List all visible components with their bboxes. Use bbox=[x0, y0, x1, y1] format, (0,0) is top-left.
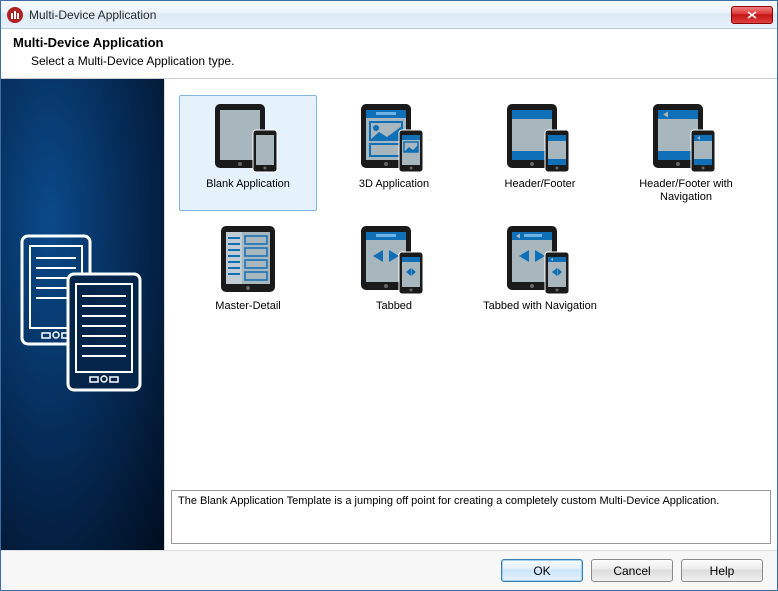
template-label: Header/Footer with Navigation bbox=[622, 178, 750, 204]
template-master-detail[interactable]: Master-Detail bbox=[179, 217, 317, 333]
titlebar: Multi-Device Application bbox=[1, 1, 777, 29]
template-3d-application[interactable]: 3D Application bbox=[325, 95, 463, 211]
page-title: Multi-Device Application bbox=[13, 35, 765, 50]
template-label: Tabbed bbox=[376, 300, 412, 313]
page-subtitle: Select a Multi-Device Application type. bbox=[31, 54, 765, 68]
template-blank-application[interactable]: Blank Application bbox=[179, 95, 317, 211]
close-icon bbox=[747, 11, 757, 19]
template-tabbed-nav[interactable]: Tabbed with Navigation bbox=[471, 217, 609, 333]
button-bar: OK Cancel Help bbox=[1, 550, 777, 590]
dialog-window: Multi-Device Application Multi-Device Ap… bbox=[0, 0, 778, 591]
template-label: Master-Detail bbox=[215, 300, 280, 313]
tabbed-nav-icon bbox=[495, 224, 585, 296]
cancel-button[interactable]: Cancel bbox=[591, 559, 673, 582]
template-tabbed[interactable]: Tabbed bbox=[325, 217, 463, 333]
dialog-header: Multi-Device Application Select a Multi-… bbox=[1, 29, 777, 79]
template-header-footer[interactable]: Header/Footer bbox=[471, 95, 609, 211]
devices-illustration-icon bbox=[18, 230, 148, 400]
template-label: Tabbed with Navigation bbox=[483, 300, 597, 313]
template-grid: Blank Application bbox=[165, 79, 777, 490]
close-button[interactable] bbox=[731, 6, 773, 24]
side-illustration bbox=[1, 79, 164, 550]
window-title: Multi-Device Application bbox=[29, 8, 725, 22]
ok-button[interactable]: OK bbox=[501, 559, 583, 582]
main-panel: Blank Application bbox=[164, 79, 777, 550]
tabbed-icon bbox=[349, 224, 439, 296]
dialog-body: Blank Application bbox=[1, 79, 777, 550]
app-icon bbox=[7, 7, 23, 23]
template-header-footer-nav[interactable]: Header/Footer with Navigation bbox=[617, 95, 755, 211]
template-label: Header/Footer bbox=[505, 178, 576, 191]
description-box: The Blank Application Template is a jump… bbox=[171, 490, 771, 544]
header-footer-nav-icon bbox=[641, 102, 731, 174]
master-detail-icon bbox=[203, 224, 293, 296]
3d-application-icon bbox=[349, 102, 439, 174]
template-label: Blank Application bbox=[206, 178, 290, 191]
help-button[interactable]: Help bbox=[681, 559, 763, 582]
blank-application-icon bbox=[203, 102, 293, 174]
template-label: 3D Application bbox=[359, 178, 429, 191]
header-footer-icon bbox=[495, 102, 585, 174]
